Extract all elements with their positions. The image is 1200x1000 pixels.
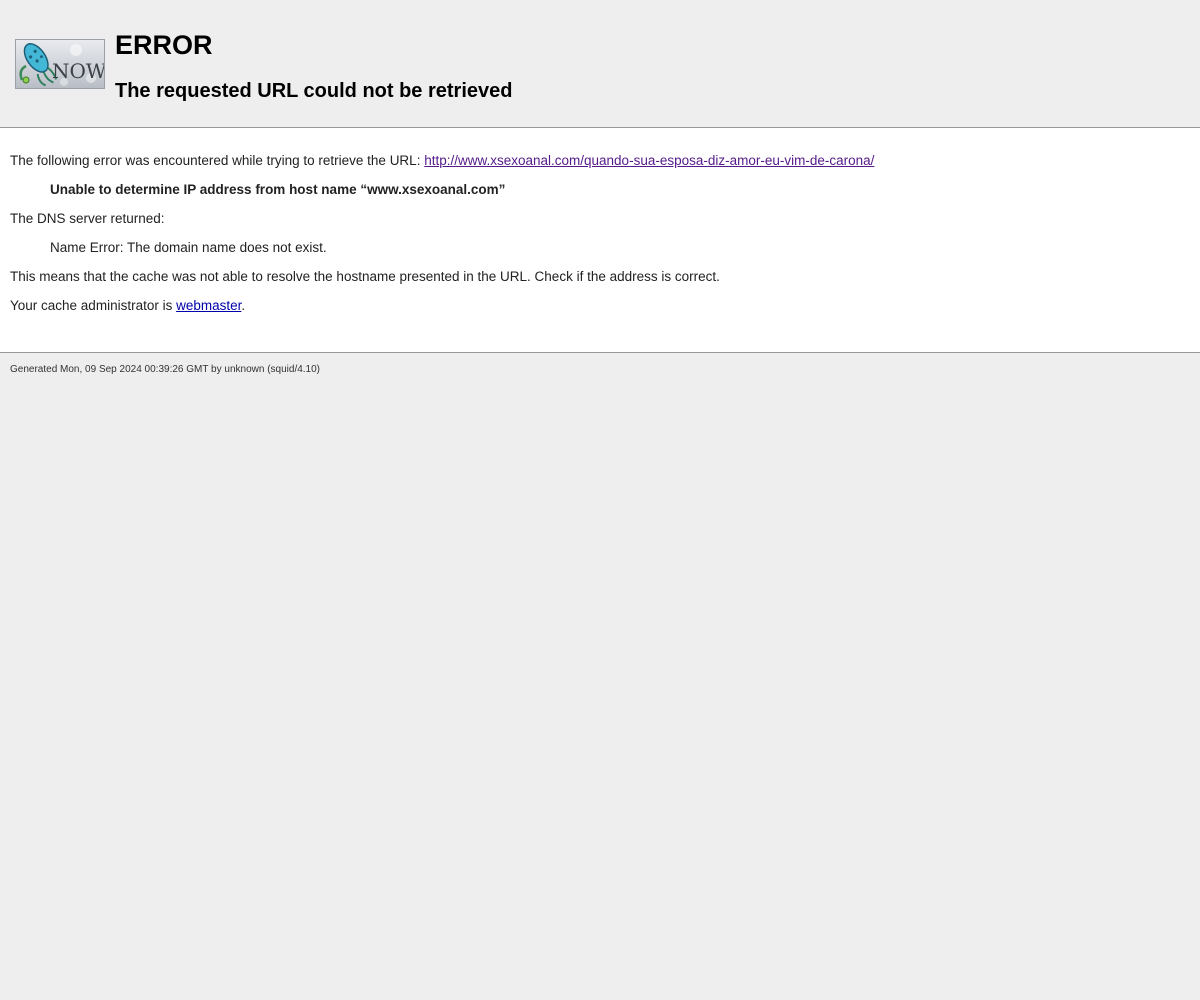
squid-now-logo: NOW [15, 39, 105, 89]
logo-text: NOW [52, 59, 104, 83]
squid-logo-image: NOW [19, 43, 104, 87]
admin-text: Your cache administrator is [10, 298, 177, 313]
admin-suffix: . [241, 298, 246, 313]
requested-url-link[interactable]: http://www.xsexoanal.com/quando-sua-espo… [424, 153, 874, 168]
error-footer: Generated Mon, 09 Sep 2024 00:39:26 GMT … [0, 353, 1200, 1000]
generated-timestamp: Generated Mon, 09 Sep 2024 00:39:26 GMT … [10, 364, 321, 375]
page-title: ERROR [115, 30, 213, 60]
webmaster-link[interactable]: webmaster [176, 298, 241, 313]
admin-line: Your cache administrator is webmaster. [10, 297, 245, 315]
dns-label: The DNS server returned: [10, 211, 165, 226]
error-explanation: This means that the cache was not able t… [10, 269, 720, 284]
dns-error-message: Name Error: The domain name does not exi… [50, 240, 327, 255]
error-content: The following error was encountered whil… [0, 128, 1200, 353]
page-subtitle: The requested URL could not be retrieved [115, 80, 513, 102]
error-message: Unable to determine IP address from host… [50, 182, 506, 197]
intro-text: The following error was encountered whil… [10, 153, 425, 168]
error-header: NOW ERROR The requested URL could not be… [0, 0, 1200, 128]
error-intro: The following error was encountered whil… [10, 152, 874, 170]
